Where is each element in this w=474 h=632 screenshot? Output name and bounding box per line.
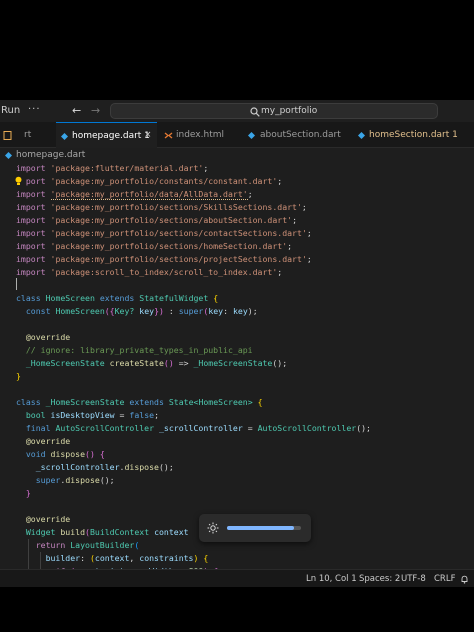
code-line: _scrollController.dispose(); xyxy=(35,462,174,472)
code-line: _HomeScreenState createState() => _HomeS… xyxy=(25,358,288,368)
code-line: @override xyxy=(25,514,71,524)
menu-run[interactable]: Run xyxy=(1,105,20,116)
code-line: class HomeScreen extends StatefulWidget … xyxy=(16,293,219,303)
tab-label: rt xyxy=(24,130,32,140)
tab-index-html[interactable]: index.html xyxy=(158,122,236,148)
cursor-position[interactable]: Ln 10, Col 1 xyxy=(306,574,357,584)
code-line: Widget build(BuildContext context xyxy=(25,527,189,537)
code-line: import 'package:flutter/material.dart'; xyxy=(16,163,209,173)
code-line: const HomeScreen({Key? key}) : super(key… xyxy=(25,306,258,316)
back-arrow-icon[interactable]: ← xyxy=(72,104,81,117)
code-line: import 'package:my_portfolio/constants/c… xyxy=(25,176,283,186)
title-bar: Run ··· ← → my_portfolio xyxy=(0,100,474,122)
tab-label: aboutSection.dart xyxy=(260,130,341,140)
code-line: } xyxy=(25,488,31,498)
code-line: import 'package:my_portfolio/sections/Sk… xyxy=(16,202,307,212)
bell-icon[interactable] xyxy=(460,575,469,584)
code-line: final AutoScrollController _scrollContro… xyxy=(25,423,371,433)
eol-setting[interactable]: CRLF xyxy=(434,574,455,584)
indent-guide xyxy=(28,539,29,571)
lightbulb-icon[interactable] xyxy=(14,176,23,186)
code-line: import 'package:my_portfolio/sections/co… xyxy=(16,228,312,238)
sun-icon xyxy=(207,522,219,534)
code-line: bool isDesktopView = false; xyxy=(25,410,159,420)
close-tab-icon[interactable]: × xyxy=(144,130,152,140)
file-icon xyxy=(3,131,12,140)
code-line: void dispose() { xyxy=(25,449,105,459)
status-bar: Ln 10, Col 1 Spaces: 2 UTF-8 CRLF xyxy=(0,569,474,587)
indentation-setting[interactable]: Spaces: 2 xyxy=(359,574,400,584)
forward-arrow-icon[interactable]: → xyxy=(91,104,100,117)
encoding-setting[interactable]: UTF-8 xyxy=(401,574,426,584)
code-line: builder: (context, constraints) { xyxy=(45,553,209,563)
code-line: // ignore: library_private_types_in_publ… xyxy=(25,345,253,355)
tab-homepage-dart[interactable]: homepage.dart 1 × xyxy=(56,122,157,148)
breadcrumb: homepage.dart xyxy=(0,148,474,162)
search-text: my_portfolio xyxy=(261,106,318,116)
brightness-popup xyxy=(199,514,311,542)
code-line: @override xyxy=(25,436,71,446)
code-line: import 'package:my_portfolio/sections/pr… xyxy=(16,254,312,264)
more-menu-button[interactable]: ··· xyxy=(28,104,41,115)
code-line: import 'package:my_portfolio/sections/ho… xyxy=(16,241,293,251)
code-editor[interactable]: import 'package:flutter/material.dart'; … xyxy=(0,162,474,571)
brightness-slider[interactable] xyxy=(227,526,301,530)
code-line: } xyxy=(16,371,21,381)
command-center-search[interactable]: my_portfolio xyxy=(110,103,438,119)
dart-icon xyxy=(5,152,12,159)
editor-tab-bar: rt homepage.dart 1 × index.html aboutSec… xyxy=(0,122,474,148)
code-line: return LayoutBuilder( xyxy=(35,540,140,550)
tab-label: index.html xyxy=(176,130,224,140)
dart-icon xyxy=(61,133,68,140)
code-line: import 'package:my_portfolio/data/AllDat… xyxy=(16,189,253,200)
brightness-level xyxy=(227,526,294,530)
text-cursor xyxy=(16,278,17,290)
tab-label: homepage.dart 1 xyxy=(72,131,150,141)
code-line: class _HomeScreenState extends State<Hom… xyxy=(16,397,263,407)
search-icon xyxy=(250,107,260,117)
code-line: import 'package:scroll_to_index/scroll_t… xyxy=(16,267,283,277)
tab-homesection-dart[interactable]: homeSection.dart 1 xyxy=(346,122,458,148)
dart-icon xyxy=(248,132,255,139)
breadcrumb-file[interactable]: homepage.dart xyxy=(16,150,85,160)
code-line: super.dispose(); xyxy=(35,475,115,485)
code-line: @override xyxy=(25,332,71,342)
tab-rt[interactable]: rt xyxy=(0,122,50,148)
code-line: import 'package:my_portfolio/sections/ab… xyxy=(16,215,297,225)
dart-icon xyxy=(358,132,365,139)
tab-aboutsection-dart[interactable]: aboutSection.dart xyxy=(237,122,345,148)
html-icon xyxy=(164,132,173,139)
tab-label: homeSection.dart 1 xyxy=(369,130,458,140)
